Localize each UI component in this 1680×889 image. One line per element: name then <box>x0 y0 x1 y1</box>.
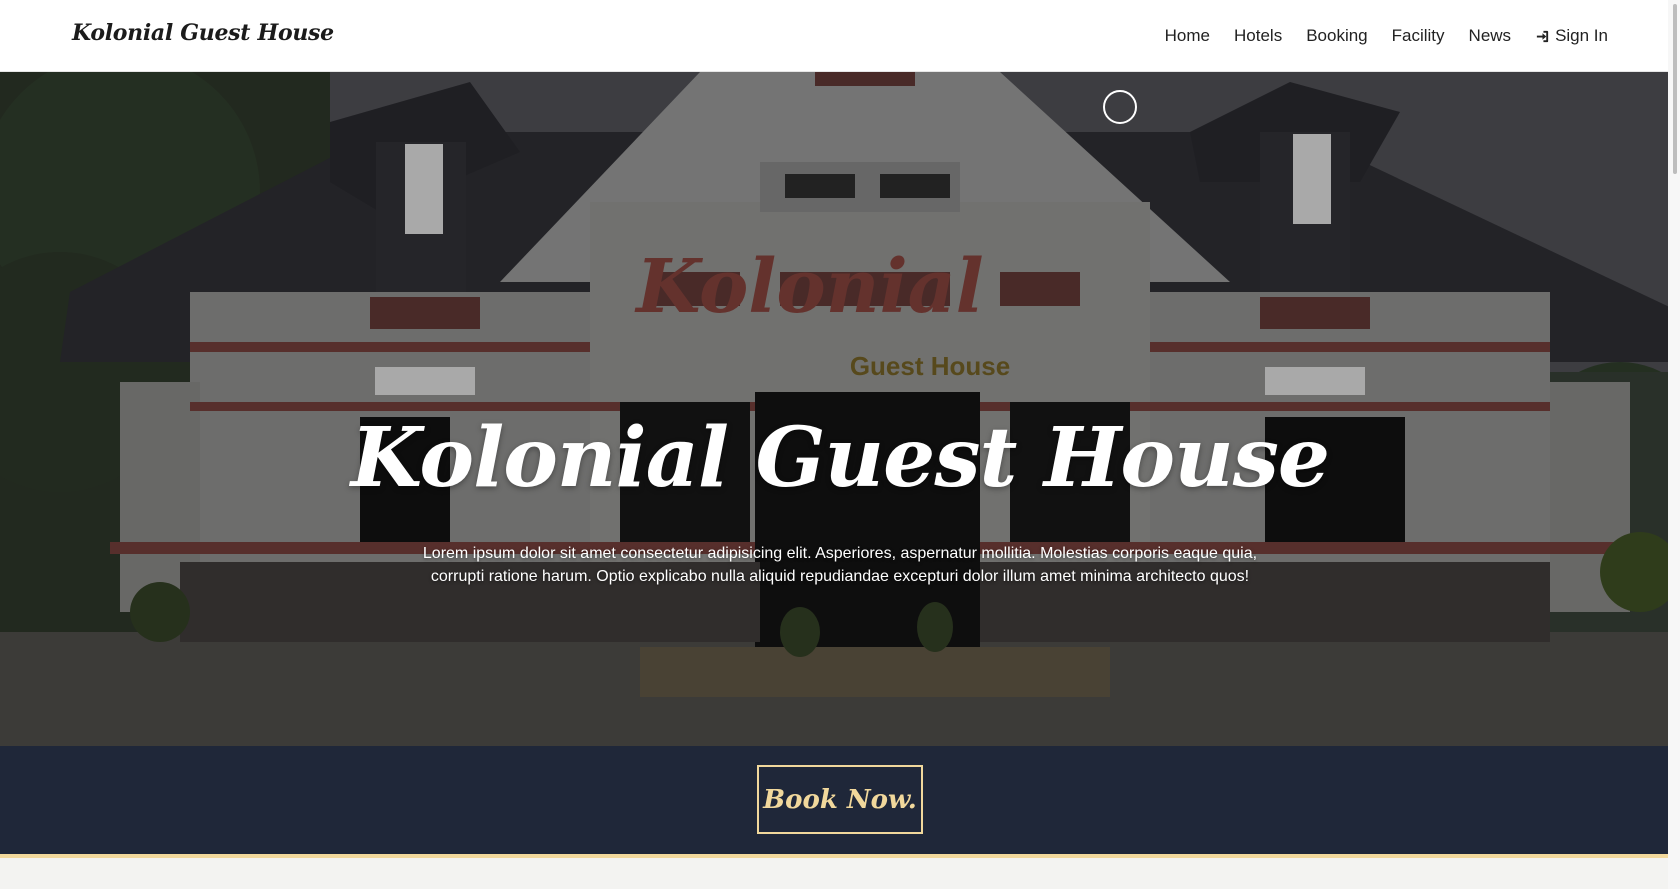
hero-title: Kolonial Guest House <box>350 410 1330 506</box>
hero-description: Lorem ipsum dolor sit amet consectetur a… <box>422 545 1258 585</box>
sign-in-label: Sign In <box>1555 26 1608 45</box>
next-section <box>0 858 1680 889</box>
nav-facility[interactable]: Facility <box>1392 26 1445 46</box>
nav-booking[interactable]: Booking <box>1306 26 1367 46</box>
nav-home[interactable]: Home <box>1165 26 1210 46</box>
brand-logo[interactable]: Kolonial Guest House <box>72 20 334 46</box>
nav-sign-in[interactable]: Sign In <box>1535 26 1608 46</box>
main-nav: Home Hotels Booking Facility News Sign I… <box>1165 0 1608 72</box>
book-now-button[interactable]: Book Now. <box>757 765 923 834</box>
nav-hotels[interactable]: Hotels <box>1234 26 1282 46</box>
hero-section: Kolonial Guest House Kolonial Guest Hous… <box>0 72 1680 746</box>
sign-in-icon <box>1536 30 1549 42</box>
hero-overlay <box>0 72 1680 746</box>
page-scrollbar[interactable] <box>1668 0 1680 889</box>
nav-news[interactable]: News <box>1469 26 1512 46</box>
cursor-ring <box>1103 90 1137 124</box>
navbar: Kolonial Guest House Home Hotels Booking… <box>0 0 1680 72</box>
scrollbar-thumb[interactable] <box>1673 4 1677 174</box>
booking-band: Book Now. <box>0 746 1680 854</box>
